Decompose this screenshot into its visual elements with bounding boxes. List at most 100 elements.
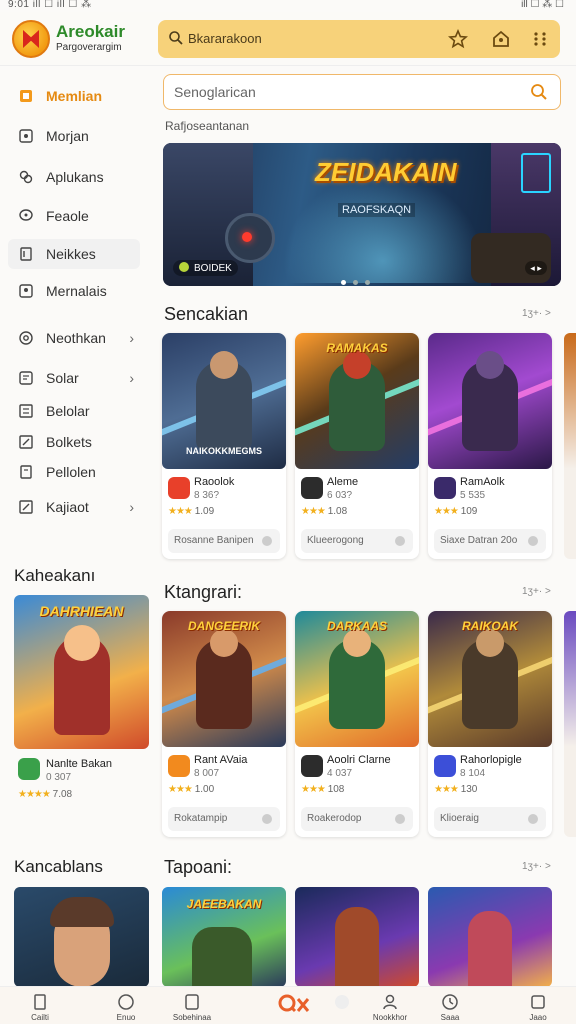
section-more-link[interactable]: 1ʒ+· > [522, 861, 551, 872]
game-meta: 8 007 [194, 768, 220, 779]
carousel-dots[interactable] [341, 272, 377, 286]
edit-icon [19, 500, 33, 514]
game-art: RAIKOAK [428, 611, 552, 747]
sidebar-item-feaole[interactable]: Feaole [8, 201, 140, 231]
sidebar-item-label: Bolkets [46, 434, 92, 450]
grid-icon[interactable] [530, 29, 550, 49]
sidebar-item-neikkes[interactable]: Neikkes [8, 239, 140, 269]
game-card[interactable]: RAMAKAS Aleme 6 03? ★★★ 1.08 Klueerogong [295, 333, 419, 559]
nav-tab-label: Jaao [529, 1013, 547, 1022]
section-more-link[interactable]: 1ʒ+· > [522, 586, 551, 597]
search-icon[interactable] [530, 83, 548, 101]
game-art-label: NAIKOKKMEGMS [186, 446, 262, 456]
art-character [335, 907, 379, 987]
game-action-button[interactable]: Rosanne Banipen [168, 529, 280, 553]
game-art-caption: RAMAKAS [326, 341, 388, 355]
sidebar-item-morjan[interactable]: Morjan [8, 121, 140, 151]
carousel-dot[interactable] [353, 280, 358, 285]
game-icon [168, 477, 190, 499]
game-name: RamAolk [460, 476, 505, 488]
nav-tab-jaao[interactable]: Jaao [506, 987, 570, 1024]
game-rating: ★★★ 1.08 [301, 506, 347, 517]
chevron-right-icon: › [129, 370, 134, 386]
featured-banner[interactable]: ZEIDAKAIN RAOFSKAQN BOIDEK ◂ ▸ [163, 143, 561, 286]
game-art[interactable] [14, 887, 149, 987]
nav-tab-label: Nookkhor [372, 1013, 408, 1022]
square-icon [185, 994, 199, 1010]
game-action-button[interactable]: Klioeraig [434, 807, 546, 831]
sidebar-item-aplukans[interactable]: Aplukans [8, 162, 140, 192]
bookmark-icon [34, 994, 46, 1010]
art-character [192, 927, 252, 987]
section-more-link[interactable]: 1ʒ+· > [522, 308, 551, 319]
home-icon [20, 90, 32, 102]
at-icon [19, 331, 33, 345]
game-card[interactable]: DARKAAS Aoolri Clarne 4 037 ★★★ 108 Roak… [295, 611, 419, 837]
game-art: DAHRHIEAN [14, 595, 149, 749]
game-card[interactable]: RAIKOAK Rahorlopigle 8 104 ★★★ 130 Klioe… [428, 611, 552, 837]
nav-tab-enuo[interactable]: Enuo [94, 987, 158, 1024]
rating-value: 1.08 [327, 506, 348, 517]
game-card[interactable]: RamAolk 5 535 ★★★ 109 Siaxe Datran 20o [428, 333, 552, 559]
banner-title: ZEIDAKAIN [315, 157, 457, 187]
sidebar: Memlian Morjan Aplukans Feaole Neikkes M… [0, 67, 150, 567]
banner-more-button[interactable]: ◂ ▸ [525, 261, 547, 275]
section-title: Kaheakanı [14, 566, 96, 585]
art-character-head [343, 351, 371, 379]
game-action-button[interactable]: Rokatampip [168, 807, 280, 831]
sidebar-item-memlian[interactable]: Memlian [8, 81, 140, 111]
sidebar-item-mernalais[interactable]: Mernalais [8, 276, 140, 306]
nav-tab-label: Cailti [31, 1013, 49, 1022]
sidebar-item-kajiaot[interactable]: Kajiaot › [8, 492, 140, 522]
next-card-peek[interactable] [564, 333, 576, 559]
rating-value: 7.08 [52, 789, 73, 800]
game-art-caption: JAEEBAKAN [186, 897, 262, 911]
nav-tab-sobehinaa[interactable]: Sobehinaa [160, 987, 224, 1024]
rating-value: 1.09 [194, 506, 215, 517]
game-meta: 4 037 [327, 768, 353, 779]
game-art: DARKAAS [295, 611, 419, 747]
game-art[interactable] [295, 887, 419, 987]
edit-icon [19, 435, 33, 449]
game-meta: 5 535 [460, 490, 486, 501]
moon-icon [335, 995, 349, 1009]
nav-tab-saaa[interactable]: Saaa [418, 987, 482, 1024]
sidebar-item-pellolen[interactable]: Pellolen [8, 457, 140, 487]
game-action-button[interactable]: Klueerogong [301, 529, 413, 553]
game-art[interactable]: JAEEBAKAN [162, 887, 286, 987]
art-character [468, 911, 512, 987]
game-action-button[interactable]: Siaxe Datran 20o [434, 529, 546, 553]
game-action-button[interactable]: Roakerodop [301, 807, 413, 831]
sidebar-item-solar[interactable]: Solar › [8, 363, 140, 393]
game-meta: 8 36? [194, 490, 220, 501]
game-card[interactable]: NAIKOKKMEGMS Raoolok 8 36? ★★★ 1.09 Rosa… [162, 333, 286, 559]
game-art: NAIKOKKMEGMS [162, 333, 286, 469]
pin-icon [19, 284, 33, 298]
file-icon [20, 465, 32, 479]
main-search-input[interactable]: Senoglarican [163, 74, 561, 110]
game-art[interactable] [428, 887, 552, 987]
header-search-bar[interactable]: Bkararakoon [158, 20, 560, 58]
game-art-caption: DARKAAS [327, 619, 387, 633]
nav-tab-label: Enuo [116, 1013, 136, 1022]
carousel-dot[interactable] [365, 280, 370, 285]
app-logo[interactable] [12, 20, 50, 58]
carousel-dot[interactable] [341, 280, 346, 285]
sidebar-item-belolar[interactable]: Belolar [8, 396, 140, 426]
art-character-head [64, 625, 100, 661]
game-card[interactable]: DANGEERIK Rant AVaia 8 007 ★★★ 1.00 Roka… [162, 611, 286, 837]
star-icon[interactable] [448, 29, 468, 49]
nav-tab-cailti[interactable]: Cailti [8, 987, 72, 1024]
rating-value: 108 [327, 784, 345, 795]
game-rating: ★★★ 1.09 [168, 506, 214, 517]
game-name: Aleme [327, 476, 359, 488]
app-screen: 9:01 ill ☐ ill ☐ ⁂ ill ☐ ⁂ ☐ Areokair Pa… [0, 0, 576, 1024]
sidebar-item-neothkan[interactable]: Neothkan › [8, 323, 140, 353]
next-card-peek[interactable] [564, 611, 576, 837]
status-right: ill ☐ ⁂ ☐ [521, 0, 564, 10]
nav-tab-nookkhor[interactable]: Nookkhor [358, 987, 422, 1024]
sidebar-item-bolkets[interactable]: Bolkets [8, 427, 140, 457]
app-subtitle: Pargoverargim [56, 42, 122, 53]
home-icon[interactable] [491, 29, 511, 49]
game-art: RAMAKAS [295, 333, 419, 469]
